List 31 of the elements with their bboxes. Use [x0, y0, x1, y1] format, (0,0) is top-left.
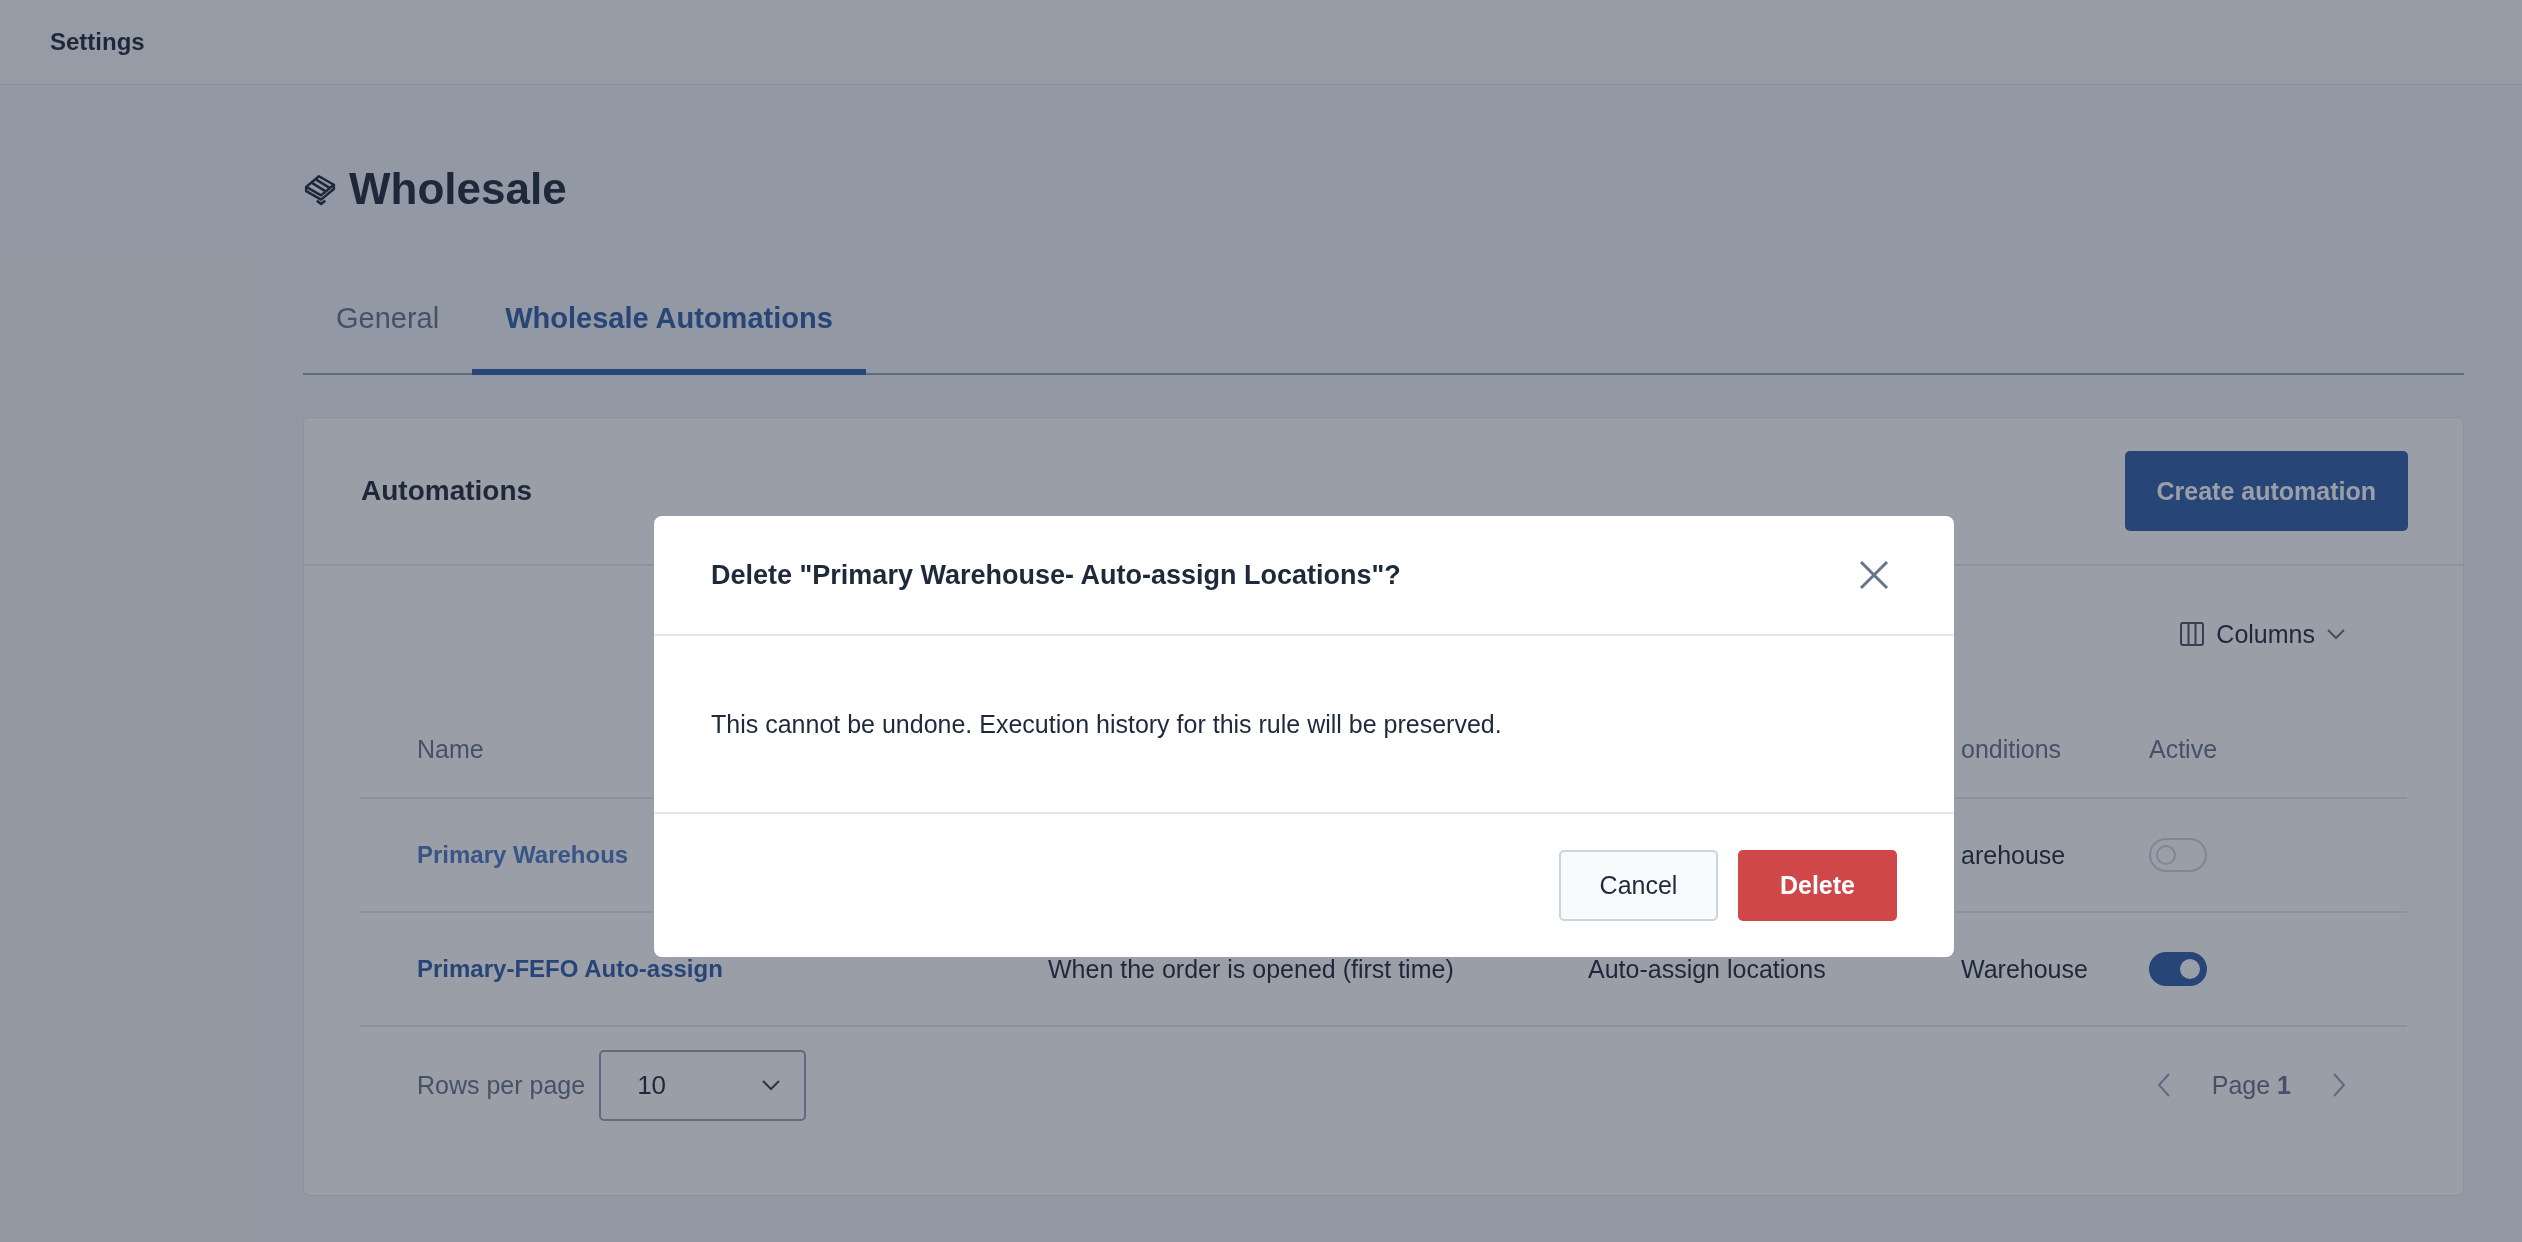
close-icon[interactable] [1858, 559, 1890, 591]
delete-button[interactable]: Delete [1738, 850, 1897, 921]
page-title: Wholesale [349, 164, 567, 214]
column-header: Active [2149, 735, 2218, 764]
automation-link[interactable]: Primary-FEFO Auto-assign [417, 955, 723, 983]
chevron-down-icon [2325, 627, 2347, 641]
columns-icon [2178, 620, 2207, 648]
rows-per-page-select[interactable]: 10 [599, 1049, 807, 1121]
card-title: Automations [361, 475, 533, 507]
dialog-message: This cannot be undone. Execution history for this rule will be preserved. [711, 709, 1502, 739]
column-header: onditions [1961, 735, 2062, 764]
table-cell: When the order is opened (first time) [1048, 954, 1454, 984]
page-indicator: Page 1 [2211, 1070, 2291, 1100]
columns-button[interactable]: Columns [2178, 606, 2347, 662]
dialog-title: Delete "Primary Warehouse- Auto-assign Locations"? [711, 559, 1401, 591]
rows-per-page-label: Rows per page [417, 1070, 586, 1100]
automation-link[interactable]: Primary Warehous [417, 841, 629, 869]
create-automation-button[interactable]: Create automation [2124, 451, 2408, 531]
tab[interactable]: Wholesale Automations [472, 281, 866, 375]
previous-page-icon[interactable] [2155, 1071, 2172, 1099]
active-toggle[interactable] [2149, 952, 2207, 986]
table-cell: arehouse [1961, 840, 2066, 870]
cancel-button[interactable]: Cancel [1559, 850, 1718, 921]
column-header: Name [417, 735, 484, 764]
table-cell: Auto-assign locations [1588, 954, 1826, 984]
tab[interactable]: General [303, 281, 473, 375]
table-cell: Warehouse [1961, 954, 2088, 984]
chevron-down-icon [760, 1078, 783, 1092]
pallet-icon [303, 172, 337, 206]
next-page-icon[interactable] [2331, 1071, 2347, 1099]
settings-title: Settings [50, 28, 145, 56]
